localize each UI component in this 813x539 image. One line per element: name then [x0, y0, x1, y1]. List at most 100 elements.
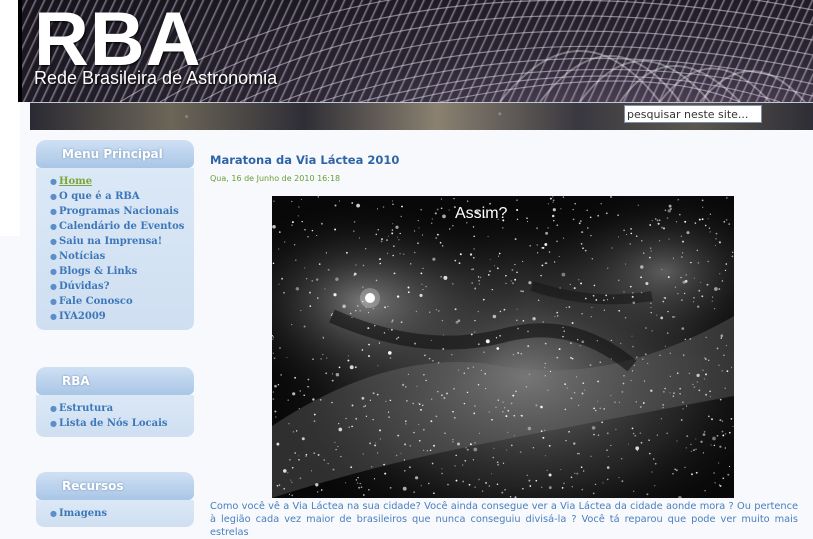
star	[287, 472, 289, 474]
menu-item-iya2009[interactable]: ● IYA2009	[50, 309, 194, 324]
star	[496, 267, 499, 270]
star	[288, 423, 290, 425]
star	[459, 253, 462, 256]
star	[417, 219, 419, 222]
star	[535, 479, 538, 482]
menu-item-o-que-e-a-rba[interactable]: ● O que é a RBA	[50, 189, 194, 204]
star	[656, 314, 658, 316]
star	[454, 259, 457, 262]
star	[273, 200, 275, 202]
bullet-icon: ●	[50, 266, 57, 276]
star	[325, 372, 328, 375]
star	[448, 209, 450, 211]
star	[650, 311, 652, 314]
menu-item-programas-nacionais[interactable]: ● Programas Nacionais	[50, 204, 194, 219]
search-input[interactable]	[624, 105, 762, 123]
star	[317, 196, 319, 198]
star	[571, 322, 574, 324]
star	[334, 441, 336, 444]
star	[606, 449, 608, 451]
star	[442, 347, 445, 350]
star	[559, 287, 561, 289]
star	[691, 473, 693, 476]
star	[423, 449, 425, 451]
star	[565, 306, 567, 309]
star	[702, 452, 704, 454]
star	[556, 311, 559, 314]
star	[323, 459, 325, 461]
star	[725, 219, 728, 221]
menu-item-home[interactable]: ● Home	[50, 174, 194, 189]
star	[409, 444, 412, 447]
star	[280, 374, 282, 376]
star	[338, 200, 341, 202]
star	[477, 276, 480, 278]
menu-item-saiu-na-imprensa[interactable]: ● Saiu na Imprensa!	[50, 234, 194, 249]
milky-way-starfield	[272, 196, 734, 498]
star	[502, 462, 505, 464]
star	[392, 200, 394, 202]
star	[424, 354, 426, 357]
star	[560, 468, 562, 471]
menu-item-noticias[interactable]: ● Notícias	[50, 249, 194, 264]
star	[643, 252, 645, 254]
star	[453, 198, 455, 200]
menu-item-duvidas[interactable]: ● Dúvidas?	[50, 279, 194, 294]
star	[472, 226, 475, 228]
star	[334, 204, 337, 207]
star	[697, 305, 700, 308]
star	[377, 365, 379, 367]
menu-item-lista-de-nos-locais[interactable]: ● Lista de Nós Locais	[50, 416, 194, 431]
star	[664, 345, 667, 347]
star	[675, 221, 677, 223]
star	[391, 319, 394, 322]
star	[318, 263, 321, 265]
star	[395, 454, 398, 457]
star	[385, 400, 387, 403]
star	[519, 451, 522, 453]
star	[724, 433, 727, 435]
star	[413, 431, 415, 434]
star	[704, 358, 707, 360]
star	[672, 395, 674, 397]
star	[407, 291, 410, 294]
star	[681, 299, 683, 301]
menu-item-label: Programas Nacionais	[59, 206, 179, 217]
menu-item-fale-conosco[interactable]: ● Fale Conosco	[50, 294, 194, 309]
star	[730, 418, 733, 420]
star	[413, 251, 416, 254]
menu-item-label: Blogs & Links	[59, 266, 138, 277]
star	[363, 405, 365, 408]
star	[698, 218, 701, 221]
star	[485, 387, 487, 390]
star	[577, 339, 579, 341]
star	[705, 393, 708, 396]
star	[272, 338, 274, 340]
star	[286, 356, 288, 359]
star	[367, 355, 371, 358]
star	[311, 229, 314, 232]
star	[356, 482, 359, 484]
site-logo[interactable]: RBA	[34, 2, 202, 78]
star	[544, 243, 548, 246]
star	[728, 223, 731, 226]
menu-item-calendario-de-eventos[interactable]: ● Calendário de Eventos	[50, 219, 194, 234]
star	[418, 439, 421, 442]
star	[514, 264, 516, 266]
star	[403, 253, 405, 255]
star	[536, 252, 539, 254]
star	[714, 482, 716, 484]
menu-item-imagens[interactable]: ● Imagens	[50, 506, 194, 521]
star	[305, 455, 307, 457]
star	[646, 493, 649, 496]
star	[603, 299, 605, 302]
star	[557, 315, 559, 317]
menu-item-blogs-links[interactable]: ● Blogs & Links	[50, 264, 194, 279]
star	[581, 313, 583, 315]
star	[527, 330, 529, 333]
article-title[interactable]: Maratona da Via Láctea 2010	[210, 153, 399, 167]
star	[715, 238, 717, 240]
star	[379, 258, 381, 261]
star	[618, 476, 620, 479]
menu-item-estrutura[interactable]: ● Estrutura	[50, 401, 194, 416]
